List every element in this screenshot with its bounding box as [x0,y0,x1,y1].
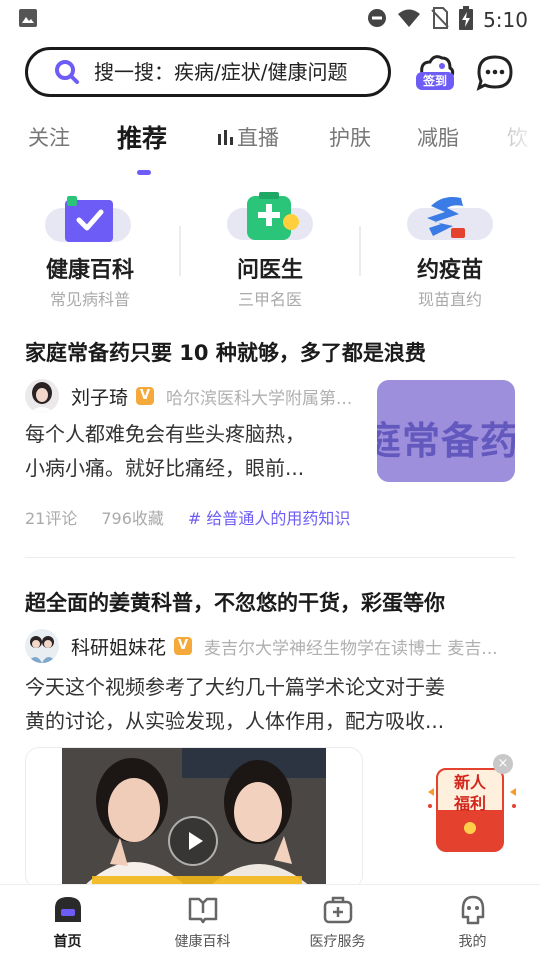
service-subtitle: 三甲名医 [237,290,302,309]
author-affiliation: 麦吉尔大学神经生物学在读博士 麦吉... [204,638,498,659]
nav-health-wiki[interactable]: 健康百科 [135,895,270,951]
checkin-button[interactable]: 签到 [414,52,456,92]
search-input[interactable] [94,60,384,84]
promo-line: 新人 [453,773,486,792]
message-button[interactable] [476,54,514,96]
tab-skincare[interactable]: 护肤 [329,122,371,152]
chat-bubble-icon [476,55,513,91]
book-icon [188,897,217,924]
nav-medical-services[interactable]: 医疗服务 [270,895,405,951]
author-row[interactable]: 科研姐妹花 V 麦吉尔大学神经生物学在读博士 麦吉... [25,628,515,664]
tab-live[interactable]: 直播 [217,122,279,152]
author-affiliation: 哈尔滨医科大学附属第... [166,388,353,409]
live-bars-icon [218,130,233,145]
favorite-count: 796收藏 [101,509,164,528]
wifi-icon [397,8,421,32]
topic-tag[interactable]: # 给普通人的用药知识 [188,505,351,529]
author-name[interactable]: 刘子琦 [71,383,128,410]
article-title[interactable]: 超全面的姜黄科普，不忽悠的干货，彩蛋等你 [25,587,445,617]
article-title[interactable]: 家庭常备药只要 10 种就够，多了都是浪费 [25,337,426,367]
clock: 5:10 [483,8,528,32]
article-excerpt[interactable]: 每个人都难免会有些头疼脑热， 小病小痛。就好比痛经，眼前... [25,417,305,485]
author-name[interactable]: 科研姐妹花 [71,633,166,660]
profile-icon [461,895,484,925]
close-icon[interactable]: × [493,754,513,774]
search-icon [54,59,80,85]
excerpt-line: 今天这个视频参考了大约几十篇学术论文对于姜 [25,675,445,699]
avatar[interactable] [25,629,59,663]
play-button[interactable] [168,816,218,866]
promo-text: 新人 福利 [436,772,504,814]
article-thumbnail[interactable]: 庭常备药 [377,380,515,482]
excerpt-line: 小病小痛。就好比痛经，眼前... [25,456,305,480]
service-shortcuts: 健康百科 常见病科普 问医生 三甲名医 约疫苗 现苗直约 [0,190,540,310]
tab-live-label: 直播 [237,126,279,150]
no-sim-icon [431,7,449,33]
bottom-navigation: 首页 健康百科 医疗服务 我的 [0,884,540,961]
home-icon [54,897,81,922]
tab-follow[interactable]: 关注 [28,122,70,152]
nav-label: 首页 [53,934,82,950]
article-meta: 21评论 796收藏 # 给普通人的用药知识 [25,505,350,529]
health-wiki-icon [45,196,131,242]
nav-label: 我的 [458,934,487,950]
verified-badge-icon: V [136,387,155,405]
avatar[interactable] [25,379,59,413]
tab-recommend[interactable]: 推荐 [117,119,167,155]
article-excerpt[interactable]: 今天这个视频参考了大约几十篇学术论文对于姜 黄的讨论，从实验发现，人体作用，配方… [25,670,445,738]
tab-fat-loss[interactable]: 减脂 [417,122,459,152]
comment-count: 21评论 [25,509,78,528]
battery-charging-icon [459,6,474,34]
nav-home[interactable]: 首页 [0,895,135,951]
vaccine-icon [407,197,493,240]
dnd-icon [367,8,387,32]
nav-label: 医疗服务 [309,934,366,950]
nav-label: 健康百科 [174,934,231,950]
service-title: 问医生 [236,258,303,283]
checkin-label: 签到 [416,72,454,90]
nav-profile[interactable]: 我的 [405,895,540,951]
excerpt-line: 每个人都难免会有些头疼脑热， [25,422,305,446]
promo-line: 福利 [453,794,486,813]
verified-badge-icon: V [174,637,193,655]
active-tab-indicator [137,170,151,175]
service-title: 约疫苗 [416,258,483,283]
category-tabs: 关注 推荐 直播 护肤 减脂 饮 [0,122,540,182]
doctor-kit-icon [227,192,313,240]
divider [25,557,515,558]
thumbnail-text: 庭常备药 [377,419,515,463]
video-card[interactable] [25,747,363,889]
author-row[interactable]: 刘子琦 V 哈尔滨医科大学附属第... [25,378,365,414]
promo-seal-icon [464,822,476,834]
search-bar[interactable] [25,47,391,97]
medical-kit-icon [323,896,352,924]
service-subtitle: 现苗直约 [417,290,482,309]
gallery-notification-icon [18,8,38,32]
service-subtitle: 常见病科普 [49,290,130,309]
excerpt-line: 黄的讨论，从实验发现，人体作用，配方吸收... [25,709,445,733]
service-title: 健康百科 [45,258,134,283]
status-bar: 5:10 [0,0,540,36]
new-user-promo[interactable]: 新人 福利 × [426,754,518,856]
